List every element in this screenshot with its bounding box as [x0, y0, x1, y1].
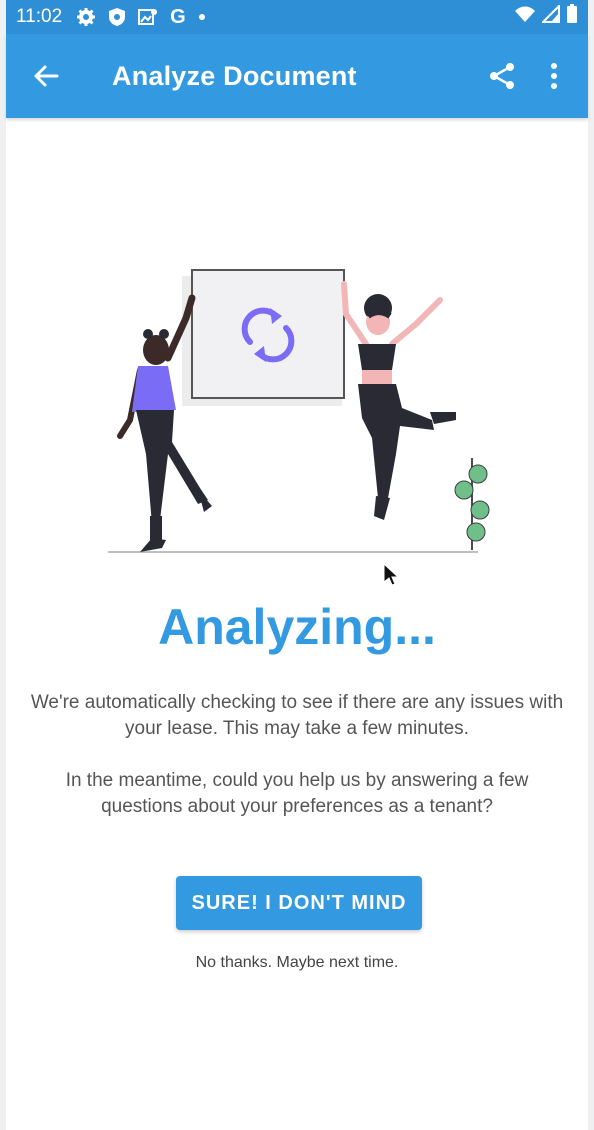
right-edge — [588, 0, 594, 1130]
plant-figure — [454, 458, 490, 550]
more-options-button[interactable] — [528, 48, 580, 104]
more-vert-icon — [551, 63, 557, 89]
g-icon: G — [170, 5, 186, 28]
survey-request-text: In the meantime, could you help us by an… — [65, 770, 529, 817]
mouse-cursor-icon — [383, 563, 400, 586]
analysis-description: We're automatically checking to see if t… — [30, 692, 564, 739]
status-right — [514, 3, 578, 30]
shield-icon — [108, 7, 126, 27]
arrow-left-icon — [34, 65, 59, 87]
status-time: 11:02 — [16, 6, 63, 27]
dot-icon — [198, 13, 206, 21]
woman-right-figure — [341, 281, 456, 520]
sure-i-dont-mind-button[interactable]: SURE! I DON'T MIND — [176, 876, 422, 930]
page-title: Analyze Document — [112, 60, 357, 91]
share-icon — [490, 63, 514, 89]
app-bar-actions — [476, 48, 588, 104]
no-thanks-link[interactable]: No thanks. Maybe next time. — [6, 954, 588, 972]
share-button[interactable] — [476, 48, 528, 104]
signal-icon — [540, 3, 560, 29]
gear-icon — [76, 7, 96, 27]
back-button[interactable] — [18, 48, 74, 104]
app-bar: Analyze Document — [6, 34, 588, 118]
wifi-icon — [514, 5, 536, 29]
analyzing-illustration — [100, 258, 500, 558]
battery-icon — [566, 4, 578, 30]
photo-icon — [138, 7, 158, 27]
analyzing-heading: Analyzing... — [158, 599, 436, 655]
status-bar: 11:02 G — [6, 0, 588, 34]
